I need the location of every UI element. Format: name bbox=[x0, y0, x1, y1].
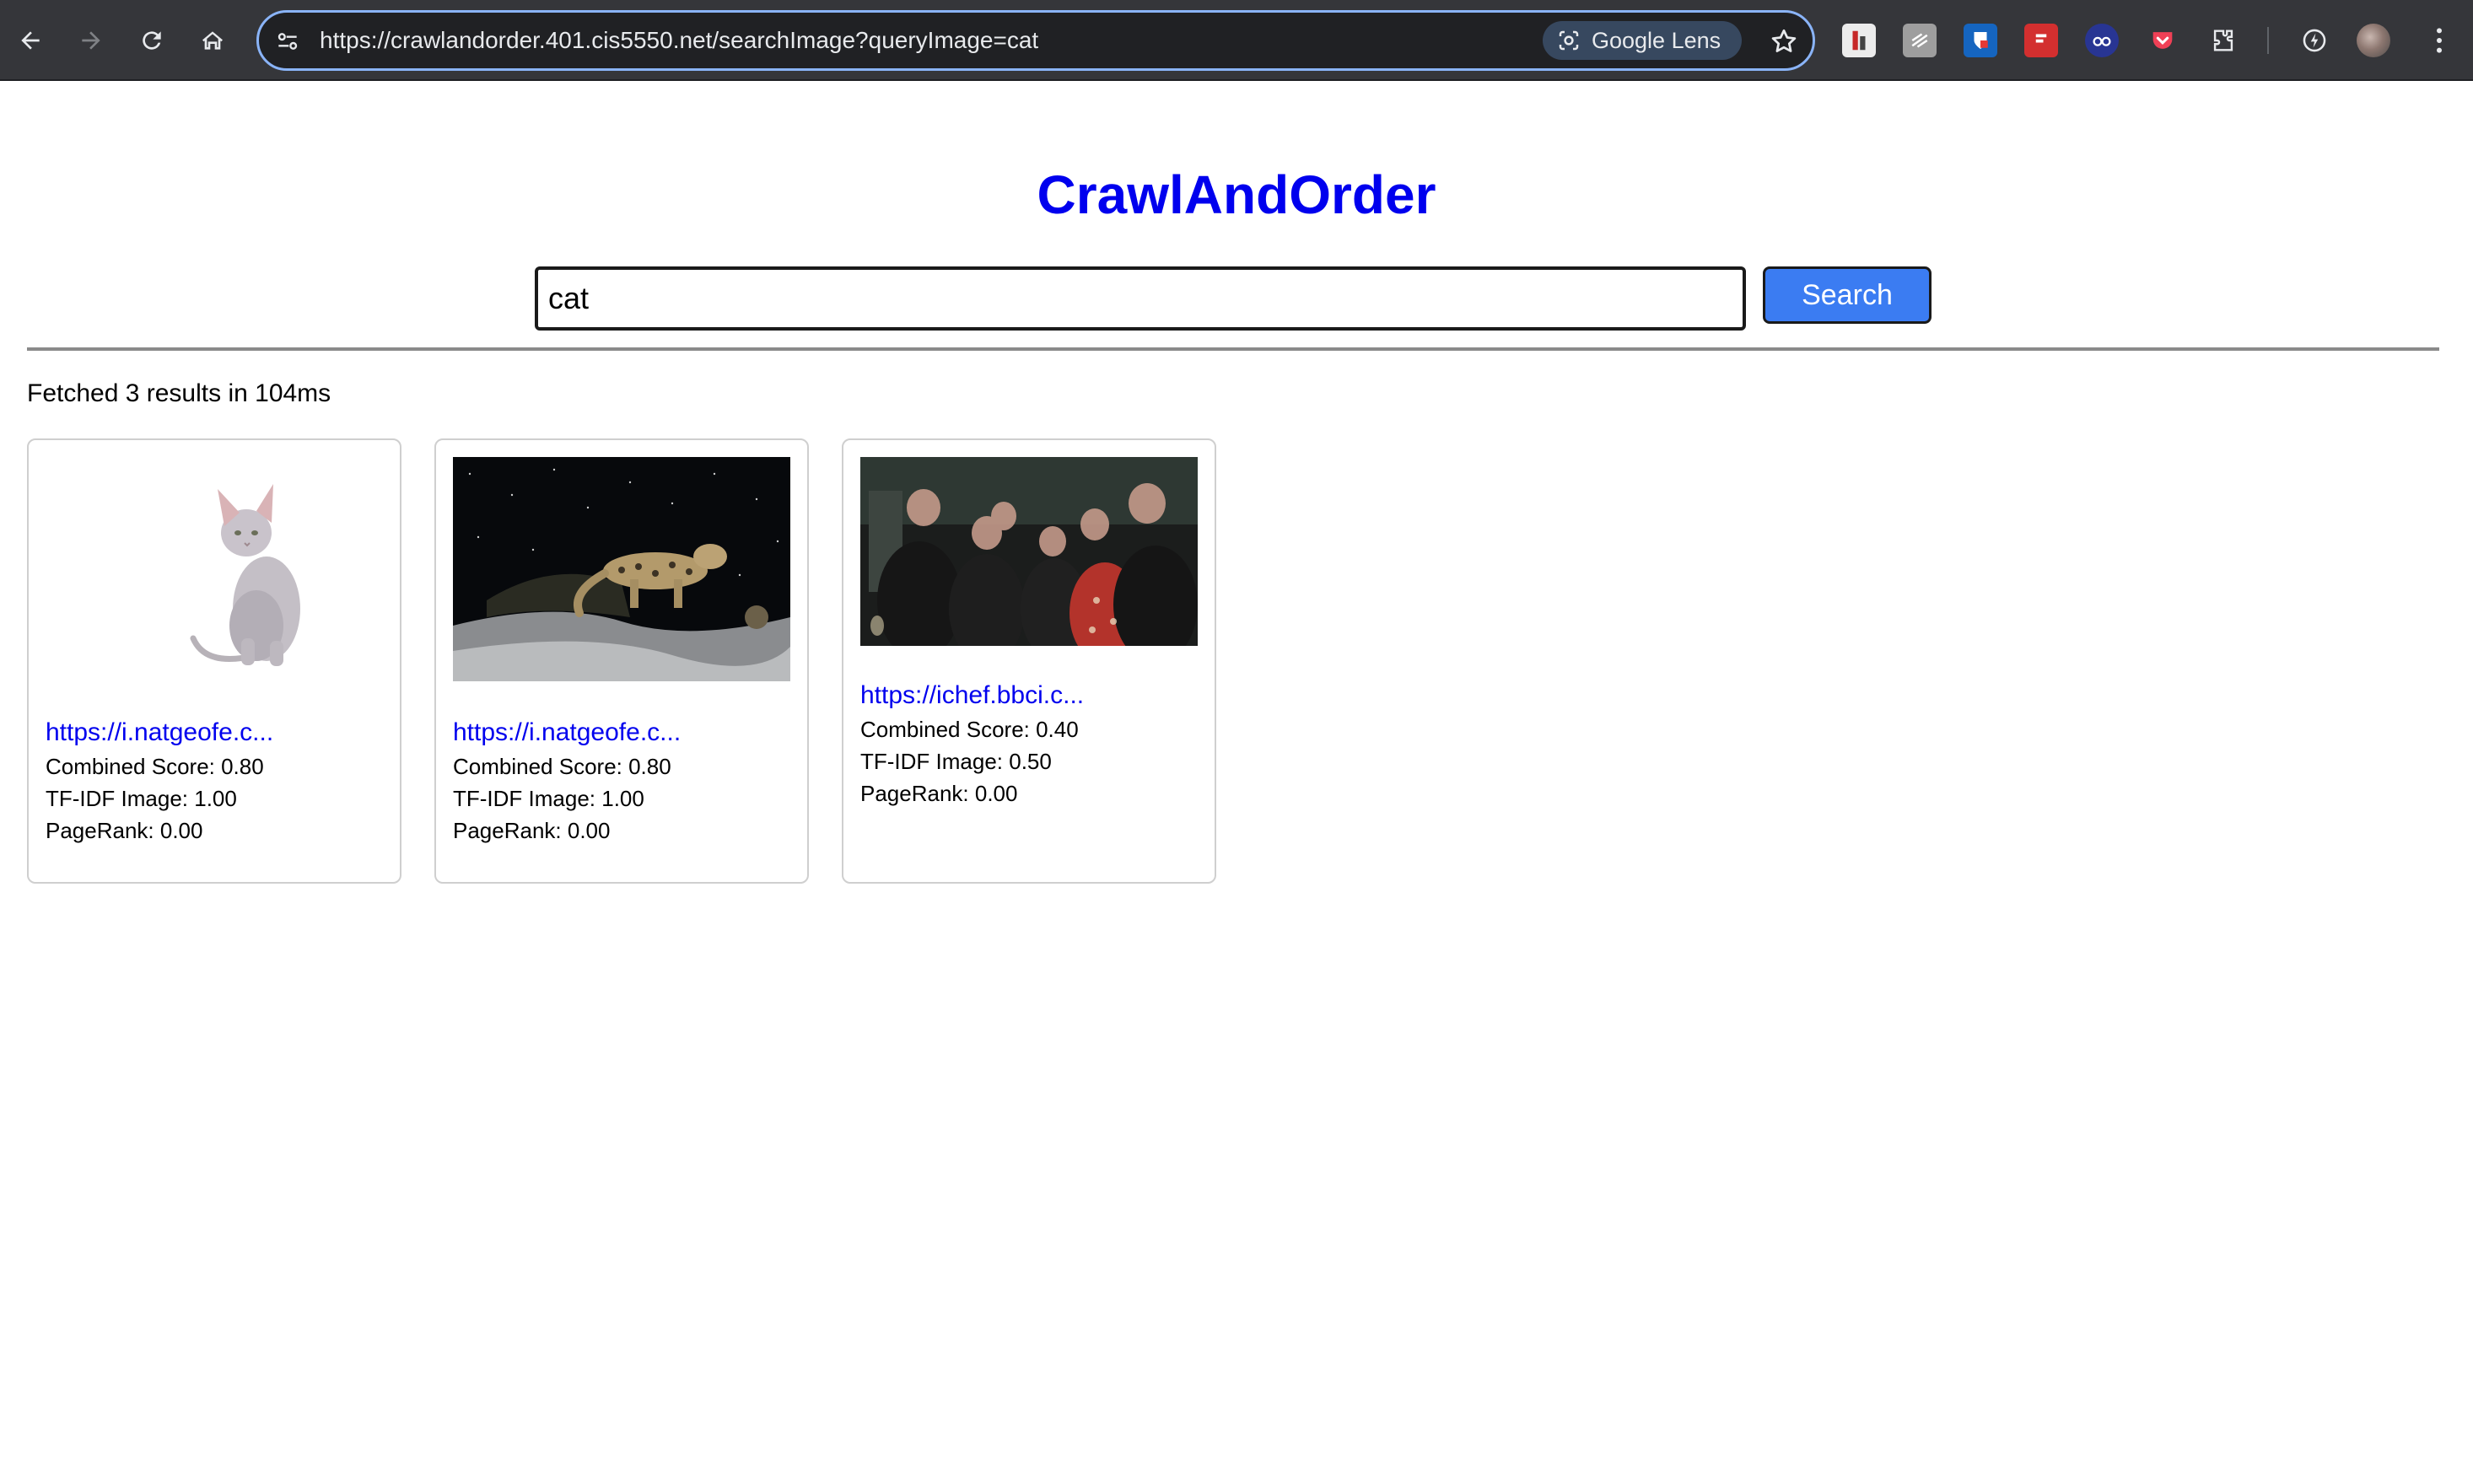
result-link[interactable]: https://ichef.bbci.c... bbox=[860, 681, 1084, 710]
results-stats: Fetched 3 results in 104ms bbox=[27, 379, 331, 407]
profile-avatar[interactable] bbox=[2357, 24, 2390, 57]
tfidf-score: TF-IDF Image: 0.50 bbox=[860, 749, 1052, 774]
extension-pocket-icon[interactable] bbox=[2146, 24, 2179, 57]
search-button[interactable]: Search bbox=[1763, 266, 1932, 324]
extension-readwise-icon[interactable] bbox=[2024, 24, 2058, 57]
result-image-group-photo[interactable] bbox=[860, 457, 1198, 646]
google-lens-button[interactable]: Google Lens bbox=[1543, 21, 1742, 60]
tfidf-score: TF-IDF Image: 1.00 bbox=[46, 786, 237, 811]
google-lens-label: Google Lens bbox=[1592, 27, 1721, 53]
search-input[interactable] bbox=[535, 266, 1746, 331]
url-text[interactable]: https://crawlandorder.401.cis5550.net/se… bbox=[320, 13, 1038, 68]
divider bbox=[27, 347, 2439, 351]
pagerank-score: PageRank: 0.00 bbox=[453, 818, 611, 843]
toolbar-separator bbox=[2267, 27, 2269, 54]
extension-bitwarden-icon[interactable] bbox=[1964, 24, 1997, 57]
result-link[interactable]: https://i.natgeofe.c... bbox=[453, 718, 681, 747]
bookmark-star-icon[interactable] bbox=[1769, 26, 1799, 56]
reload-button[interactable] bbox=[132, 20, 172, 61]
combined-score: Combined Score: 0.80 bbox=[453, 754, 671, 779]
result-card: https://i.natgeofe.c... Combined Score: … bbox=[434, 438, 809, 884]
tfidf-score: TF-IDF Image: 1.00 bbox=[453, 786, 644, 811]
result-card: https://i.natgeofe.c... Combined Score: … bbox=[27, 438, 401, 884]
reload-icon bbox=[143, 31, 161, 50]
result-card: https://ichef.bbci.c... Combined Score: … bbox=[842, 438, 1216, 884]
pagerank-score: PageRank: 0.00 bbox=[860, 781, 1018, 806]
forward-icon bbox=[82, 31, 100, 50]
forward-button[interactable] bbox=[71, 20, 111, 61]
result-link[interactable]: https://i.natgeofe.c... bbox=[46, 718, 273, 747]
combined-score: Combined Score: 0.80 bbox=[46, 754, 264, 779]
kebab-menu-icon[interactable] bbox=[2422, 24, 2456, 57]
result-image-snow-leopard[interactable] bbox=[453, 457, 790, 681]
extensions-puzzle-icon[interactable] bbox=[2206, 24, 2240, 57]
extension-glasses-icon[interactable] bbox=[2085, 24, 2119, 57]
home-button[interactable] bbox=[192, 20, 233, 61]
extension-wine-icon[interactable] bbox=[1842, 24, 1876, 57]
app-title: CrawlAndOrder bbox=[1037, 164, 1436, 225]
extension-stack-icon[interactable] bbox=[1903, 24, 1937, 57]
address-bar[interactable]: https://crawlandorder.401.cis5550.net/se… bbox=[256, 10, 1815, 71]
combined-score: Combined Score: 0.40 bbox=[860, 717, 1079, 742]
browser-toolbar: https://crawlandorder.401.cis5550.net/se… bbox=[0, 0, 2473, 81]
performance-icon[interactable] bbox=[2298, 24, 2331, 57]
page-content: CrawlAndOrder Search Fetched 3 results i… bbox=[0, 83, 2473, 1484]
back-icon bbox=[21, 31, 40, 50]
site-settings-icon[interactable] bbox=[274, 28, 301, 55]
result-image-sphynx-cat[interactable] bbox=[46, 457, 383, 693]
home-icon bbox=[202, 31, 223, 50]
pagerank-score: PageRank: 0.00 bbox=[46, 818, 203, 843]
back-button[interactable] bbox=[10, 20, 51, 61]
google-lens-icon bbox=[1559, 30, 1579, 51]
